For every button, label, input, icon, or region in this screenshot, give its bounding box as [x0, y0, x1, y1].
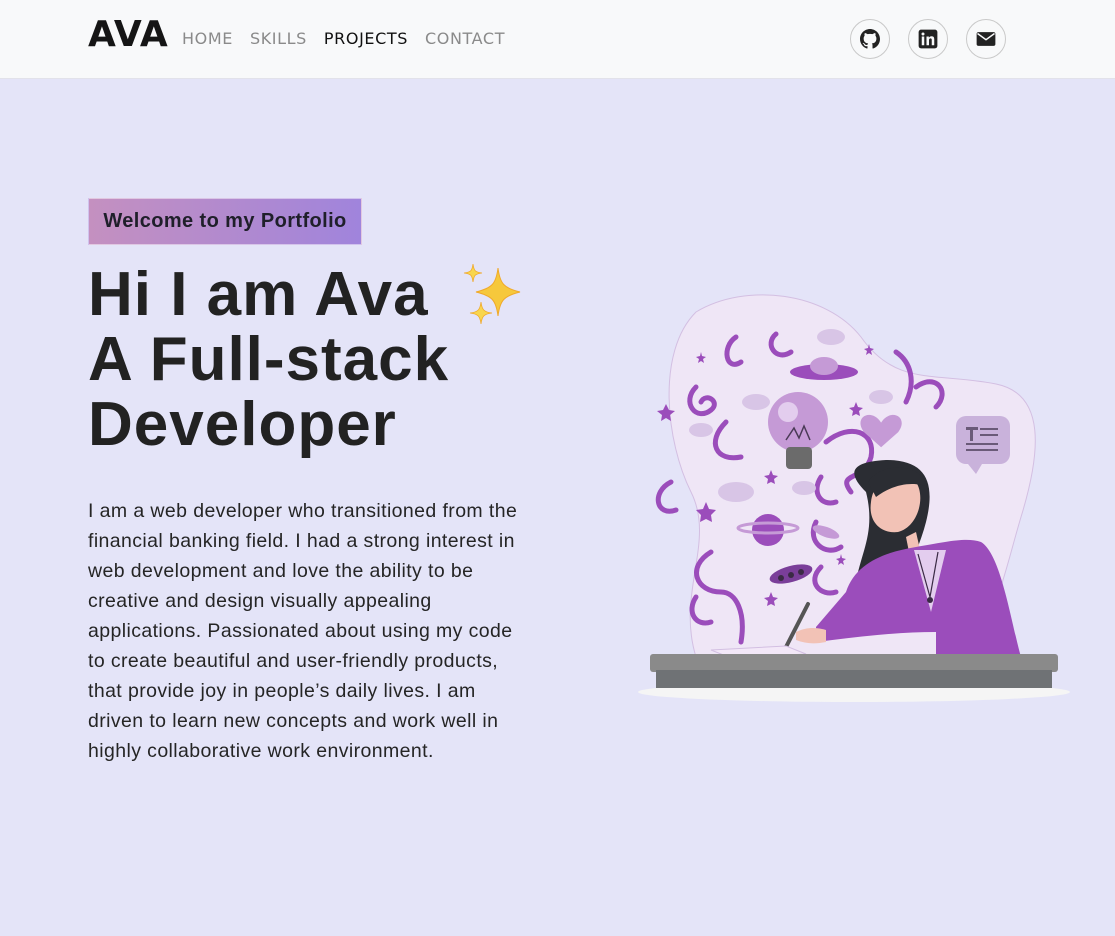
linkedin-button[interactable]	[908, 19, 948, 59]
welcome-badge: Welcome to my Portfolio	[88, 198, 362, 245]
nav-link-projects[interactable]: PROJECTS	[324, 29, 408, 48]
nav-links: HOME SKILLS PROJECTS CONTACT	[182, 29, 505, 48]
nav-link-contact[interactable]: CONTACT	[425, 29, 505, 48]
envelope-icon	[976, 32, 996, 46]
desk	[650, 654, 1058, 688]
github-icon	[860, 29, 880, 49]
sparkles-icon	[463, 263, 521, 325]
email-button[interactable]	[966, 19, 1006, 59]
developer-illustration	[638, 294, 1070, 702]
welcome-badge-text: Welcome to my Portfolio	[103, 210, 347, 232]
headline-line-2: A Full-stack	[88, 325, 450, 394]
nav-link-home[interactable]: HOME	[182, 29, 233, 48]
headline-line-1: Hi I am Ava	[88, 260, 429, 329]
nav-link-skills[interactable]: SKILLS	[250, 29, 307, 48]
linkedin-icon	[918, 29, 938, 49]
github-button[interactable]	[850, 19, 890, 59]
social-links	[850, 19, 1006, 59]
headline-line-3: Developer	[88, 390, 397, 459]
brand-logo[interactable]: AVA	[88, 14, 168, 55]
hero-headline: Hi I am Ava A Full-stack Developer	[88, 262, 449, 457]
bio-paragraph: I am a web developer who transitioned fr…	[88, 500, 518, 762]
navbar: AVA HOME SKILLS PROJECTS CONTACT	[0, 0, 1115, 79]
